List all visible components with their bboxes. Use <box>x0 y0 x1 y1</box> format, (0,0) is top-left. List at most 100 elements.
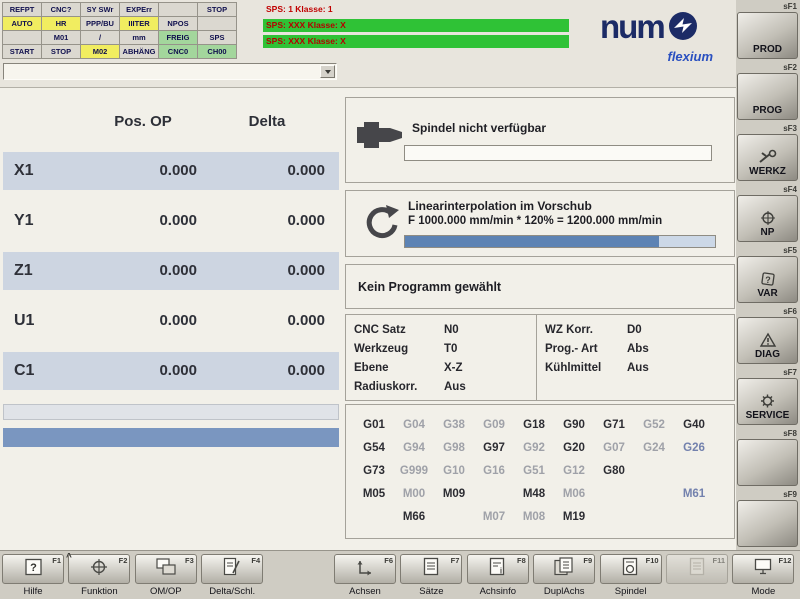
softkey-button-prod[interactable]: PROD <box>737 12 798 59</box>
info-value: Abs <box>627 343 649 355</box>
info-row-cnc-satz: CNC SatzN0 <box>354 321 536 340</box>
info-label: Ebene <box>354 359 444 378</box>
chevron-down-icon <box>325 70 331 74</box>
softkey-number: sF6 <box>783 307 797 316</box>
fkey-label: Achsinfo <box>467 586 529 597</box>
softkey-button-diag[interactable]: DIAG <box>737 317 798 364</box>
axis-pos-value: 0.000 <box>59 252 197 290</box>
axis-pos-value: 0.000 <box>59 302 197 340</box>
status-grid: REFPTCNC?SY SWrEXPErrSTOPAUTOHRPPP/BUIII… <box>2 2 237 59</box>
help-icon: ? <box>25 558 42 581</box>
fkey-button-spindel[interactable]: F10 <box>600 554 662 584</box>
program-select-dropdown[interactable] <box>3 63 337 80</box>
cnc-info-right: WZ Korr.D0Prog.- ArtAbsKühlmittelAus <box>536 315 734 400</box>
menu-up-indicator: ^ <box>66 552 72 563</box>
fkey-button-funktion[interactable]: F2 <box>68 554 130 584</box>
codes-grid: G01G04G38G09G18G90G71G52G40G54G94G98G97G… <box>354 413 714 528</box>
fkey-number: F12 <box>778 556 791 565</box>
code-g07: G07 <box>594 436 634 459</box>
softkey-button-var[interactable]: ?VAR <box>737 256 798 303</box>
status-cell-empty-11 <box>198 17 236 30</box>
spindle-load-bar <box>404 145 712 161</box>
info-label: CNC Satz <box>354 321 444 340</box>
dropdown-arrow-button[interactable] <box>320 65 335 78</box>
fkey-slot-f4: F4Delta/Schl. <box>201 554 265 597</box>
position-table: Pos. OP Delta X10.0000.000Y10.0000.000Z1… <box>3 95 339 405</box>
softkey-button-sf9[interactable] <box>737 500 798 547</box>
softkey-button-service[interactable]: SERVICE <box>737 378 798 425</box>
program-status-box: Kein Programm gewählt <box>345 264 735 309</box>
fkey-button-hilfe[interactable]: ? F1 <box>2 554 64 584</box>
np-icon <box>759 210 777 226</box>
fkey-slot-f11: F11 <box>666 554 730 586</box>
fkey-label: Mode <box>732 586 794 597</box>
cnc-info-left: CNC SatzN0WerkzeugT0EbeneX-ZRadiuskorr.A… <box>346 315 536 400</box>
fkey-number: F1 <box>52 556 61 565</box>
om-op-icon <box>156 558 176 581</box>
code-m06: M06 <box>554 482 594 505</box>
status-cell-ppp-bu: PPP/BU <box>81 17 119 30</box>
pos-op-column-header: Pos. OP <box>73 113 213 130</box>
softkey-button-werkz[interactable]: WERKZ <box>737 134 798 181</box>
code-empty-42 <box>594 505 634 528</box>
plc-message-3: SPS: XXX Klasse: X <box>263 35 569 48</box>
axis-extra-strip <box>3 404 339 420</box>
axis-label: X1 <box>14 152 34 190</box>
header: REFPTCNC?SY SWrEXPErrSTOPAUTOHRPPP/BUIII… <box>0 0 736 88</box>
code-empty-30 <box>474 482 514 505</box>
code-empty-33 <box>594 482 634 505</box>
feed-rate-text: F 1000.000 mm/min * 120% = 1200.000 mm/m… <box>408 215 662 227</box>
status-cell-empty-12 <box>3 31 41 44</box>
softkey-number: sF3 <box>783 124 797 133</box>
fkey-button-achsen[interactable]: F6 <box>334 554 396 584</box>
code-empty-34 <box>634 482 674 505</box>
fkey-button-mode[interactable]: F12 <box>732 554 794 584</box>
code-g24: G24 <box>634 436 674 459</box>
fkey-button-om-op[interactable]: F3 <box>135 554 197 584</box>
code-g26: G26 <box>674 436 714 459</box>
num-logo-mark <box>668 11 698 41</box>
softkey-button-sf8[interactable] <box>737 439 798 486</box>
softkey-number: sF7 <box>783 368 797 377</box>
info-label: Prog.- Art <box>545 340 627 359</box>
program-status-text: Kein Programm gewählt <box>358 265 501 310</box>
fkey-slot-f2: F2Funktion <box>68 554 132 597</box>
softkey-label: VAR <box>757 288 777 299</box>
status-cell-ch00: CH00 <box>198 45 236 58</box>
softkey-label: DIAG <box>755 349 780 360</box>
info-value: D0 <box>627 324 642 336</box>
fkey-slot-f7: F7 Sätze <box>400 554 464 597</box>
softkey-button-np[interactable]: NP <box>737 195 798 242</box>
status-cell-sy-swr: SY SWr <box>81 3 119 16</box>
softkey-label: PROG <box>753 105 782 116</box>
fkey-number: F9 <box>583 556 592 565</box>
info-label: Werkzeug <box>354 340 444 359</box>
status-cell-start: START <box>3 45 41 58</box>
fkey-label: OM/OP <box>135 586 197 597</box>
fkey-button-f11[interactable]: F11 <box>666 554 728 584</box>
num-logo: num <box>600 8 698 44</box>
code-g51: G51 <box>514 459 554 482</box>
feed-mode-text: Linearinterpolation im Vorschub <box>408 199 592 213</box>
fkey-number: F11 <box>712 556 725 565</box>
status-cell-npos: NPOS <box>159 17 197 30</box>
softkey-number: sF2 <box>783 63 797 72</box>
feed-progress-bar <box>404 235 716 248</box>
code-empty-26 <box>674 459 714 482</box>
axis-label: U1 <box>14 302 34 340</box>
code-g16: G16 <box>474 459 514 482</box>
fkey-button-achsinfo[interactable]: iF8 <box>467 554 529 584</box>
fkey-label: Sätze <box>400 586 462 597</box>
softkey-slot-sf8: sF8 <box>736 428 800 489</box>
axis-pos-value: 0.000 <box>59 152 197 190</box>
fkey-button-delta-schl[interactable]: F4 <box>201 554 263 584</box>
softkey-slot-sf4: sF4NP <box>736 184 800 245</box>
axis-row-band: Y10.0000.000 <box>3 202 339 240</box>
fkey-number: F10 <box>646 556 659 565</box>
fkey-button-s-tze[interactable]: F7 <box>400 554 462 584</box>
softkey-button-prog[interactable]: PROG <box>737 73 798 120</box>
fkey-number: F7 <box>451 556 460 565</box>
fkey-button-duplachs[interactable]: F9 <box>533 554 595 584</box>
cnc-info-box: CNC SatzN0WerkzeugT0EbeneX-ZRadiuskorr.A… <box>345 314 735 401</box>
axis-pos-value: 0.000 <box>59 352 197 390</box>
